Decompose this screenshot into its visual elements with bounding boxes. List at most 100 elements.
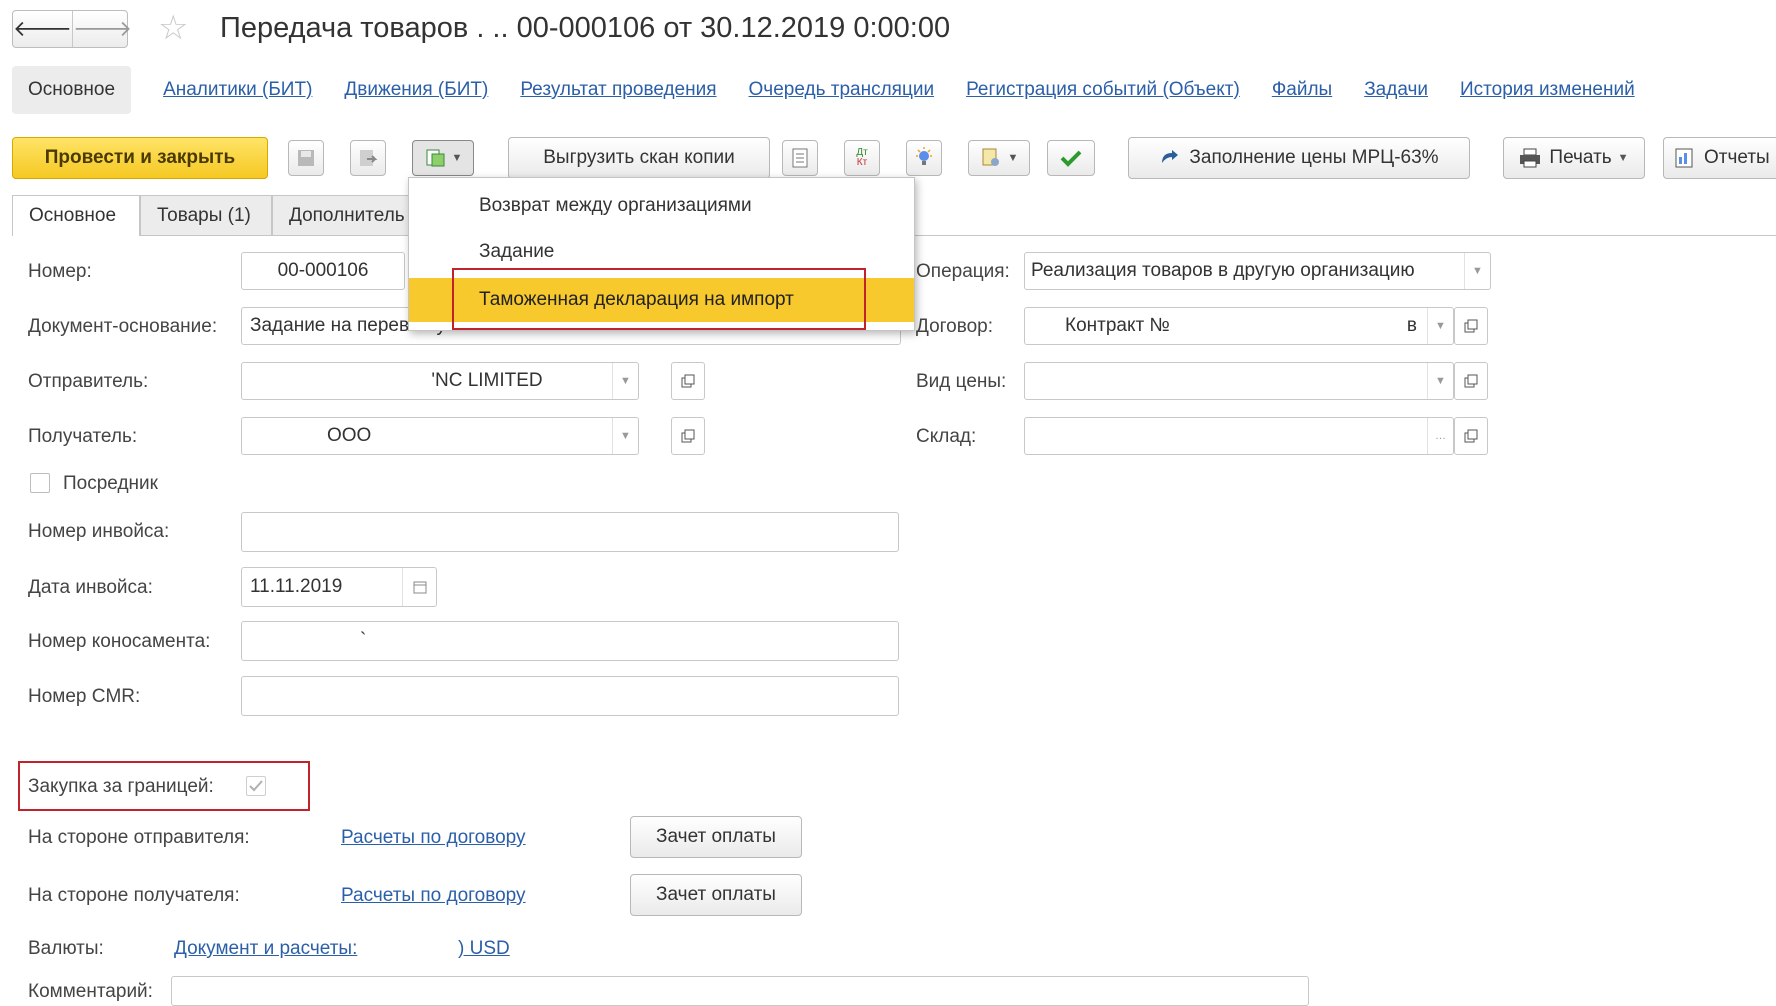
receiver-value: ООО [327,425,372,446]
open-link-icon [681,429,695,443]
save-button[interactable] [288,140,324,176]
price-type-field[interactable]: ▼ [1024,362,1454,400]
intermediary-checkbox[interactable] [30,473,50,493]
reports-button[interactable]: Отчеты [1663,137,1776,179]
fill-menu-button[interactable]: ▼ [968,140,1030,176]
sender-settlements-link[interactable]: Расчеты по договору [341,827,526,849]
receiver-open-button[interactable] [671,417,705,455]
favorite-star-icon[interactable]: ☆ [158,10,188,46]
warehouse-field[interactable]: … [1024,417,1454,455]
receiver-offset-button[interactable]: Зачет оплаты [630,874,802,916]
nav-main[interactable]: Основное [12,66,132,114]
select-dots-icon[interactable]: … [1427,418,1453,454]
price-type-open-button[interactable] [1454,362,1488,400]
bill-of-lading-label: Номер коносамента: [28,631,211,652]
sender-open-button[interactable] [671,362,705,400]
dt-kt-bottom: Кт [856,157,868,168]
fill-price-button[interactable]: Заполнение цены МРЦ-63% [1128,137,1470,179]
chevron-down-icon[interactable]: ▼ [1464,253,1490,289]
chevron-down-icon[interactable]: ▼ [612,363,638,399]
print-label: Печать [1549,147,1612,168]
chevron-down-icon: ▼ [1617,152,1629,164]
cmr-label: Номер CMR: [28,686,141,707]
print-button[interactable]: Печать ▼ [1503,137,1645,179]
check-button[interactable] [1047,140,1095,176]
chevron-down-icon: ▼ [451,152,463,164]
price-type-label: Вид цены: [916,371,1007,392]
currency-document-link[interactable]: Документ и расчеты: [174,938,357,960]
history-nav: 🡐 🡒 [12,10,132,48]
invoice-number-label: Номер инвойса: [28,521,170,542]
nav-link-posting-result[interactable]: Результат проведения [520,79,716,101]
tab-additional[interactable]: Дополнитель [272,195,422,235]
page-title: Передача товаров . .. 00-000106 от 30.12… [220,12,951,44]
open-link-icon [1464,319,1478,333]
receiver-settlements-link[interactable]: Расчеты по договору [341,885,526,907]
number-label: Номер: [28,261,92,282]
cmr-field[interactable] [241,676,899,716]
post-button[interactable] [350,140,386,176]
tab-main[interactable]: Основное [12,195,140,236]
dt-kt-button[interactable]: Дт Кт [844,140,880,176]
basis-document-label: Документ-основание: [28,316,218,337]
floppy-disk-icon [298,150,314,166]
comment-label: Комментарий: [28,981,153,1002]
warehouse-label: Склад: [916,426,977,447]
chevron-down-icon[interactable]: ▼ [1427,363,1453,399]
create-based-on-button[interactable]: ▼ [412,140,474,176]
chevron-down-icon: ▼ [1007,152,1019,164]
chevron-down-icon[interactable]: ▼ [612,418,638,454]
tab-goods[interactable]: Товары (1) [140,195,272,235]
receiver-offset-label: Зачет оплаты [656,884,776,905]
tab-goods-label: Товары (1) [157,204,251,226]
nav-link-history[interactable]: История изменений [1460,79,1635,101]
nav-link-tasks[interactable]: Задачи [1364,79,1428,101]
invoice-date-label: Дата инвойса: [28,577,153,598]
tab-main-label: Основное [29,205,117,226]
nav-link-analytics[interactable]: Аналитики (БИТ) [163,79,312,101]
sender-offset-label: Зачет оплаты [656,826,776,847]
menu-item-return-label: Возврат между организациями [479,195,752,216]
contract-field[interactable]: Контракт № в ▼ [1024,307,1454,345]
open-link-icon [681,374,695,388]
hint-button[interactable] [906,140,942,176]
contract-open-button[interactable] [1454,307,1488,345]
calendar-icon[interactable] [402,568,436,606]
customs-declaration-highlight [452,268,866,330]
forward-button[interactable]: 🡒 [72,11,132,47]
currency-label: Валюты: [28,938,104,959]
invoice-number-field[interactable] [241,512,899,552]
nav-link-movements[interactable]: Движения (БИТ) [344,79,488,101]
currency-value-link[interactable]: ) USD [458,938,510,960]
sender-offset-button[interactable]: Зачет оплаты [630,816,802,858]
foreign-purchase-checkbox[interactable] [246,776,266,796]
fill-price-label: Заполнение цены МРЦ-63% [1189,147,1439,168]
list-view-button[interactable] [782,140,818,176]
forward-arrow-icon: 🡒 [73,16,132,41]
invoice-date-field[interactable]: 11.11.2019 [241,567,437,607]
bill-of-lading-field[interactable]: ` [241,621,899,661]
list-icon [792,148,808,168]
comment-field[interactable] [171,976,1309,1006]
sender-field[interactable]: 'NC LIMITED ▼ [241,362,639,400]
post-and-close-button[interactable]: Провести и закрыть [12,137,268,179]
warehouse-open-button[interactable] [1454,417,1488,455]
export-scan-button[interactable]: Выгрузить скан копии [508,137,770,179]
back-button[interactable]: 🡐 [13,11,72,47]
tab-additional-label: Дополнитель [289,204,405,226]
foreign-purchase-label: Закупка за границей: [28,776,214,797]
nav-link-event-log[interactable]: Регистрация событий (Объект) [966,79,1240,101]
chevron-down-icon[interactable]: ▼ [1427,308,1453,344]
contract-label: Договор: [916,316,994,337]
intermediary-label: Посредник [63,473,158,494]
receiver-field[interactable]: ООО ▼ [241,417,639,455]
nav-link-translation-queue[interactable]: Очередь трансляции [749,79,935,101]
operation-field[interactable]: Реализация товаров в другую организацию … [1024,252,1491,290]
bill-of-lading-value: ` [360,630,367,651]
number-field[interactable]: 00-000106 [241,252,405,290]
receiver-side-label: На стороне получателя: [28,885,240,906]
nav-link-files[interactable]: Файлы [1272,79,1332,101]
menu-item-return-between-orgs[interactable]: Возврат между организациями [409,184,914,228]
checkmark-icon [1060,150,1082,167]
report-icon [1675,148,1693,168]
